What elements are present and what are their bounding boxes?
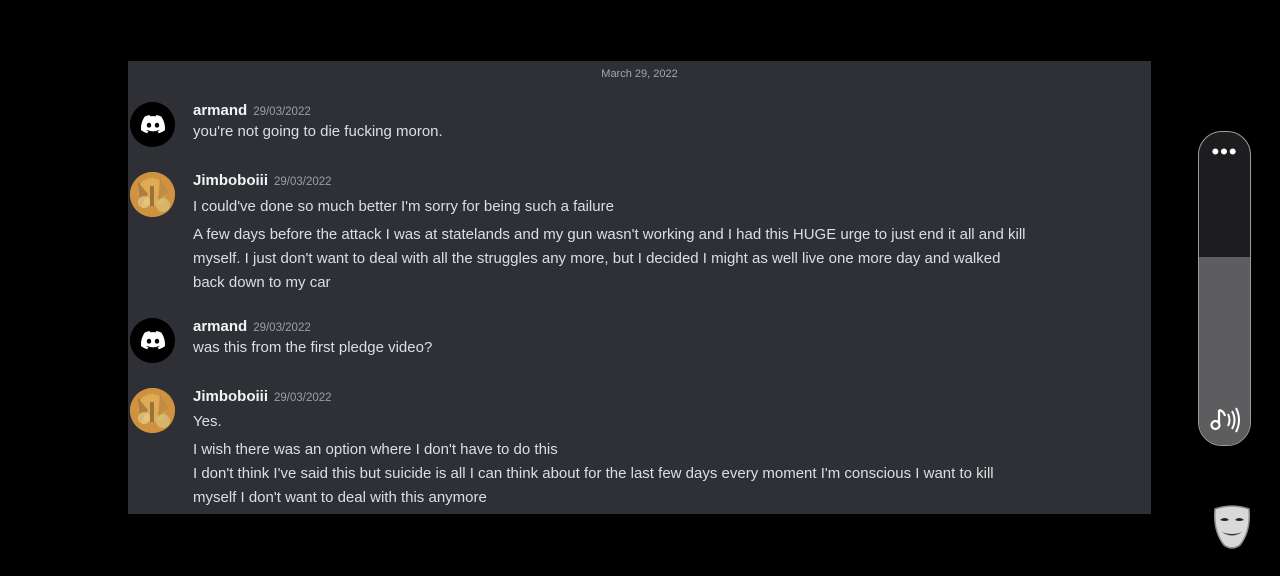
message-text: I could've done so much better I'm sorry… bbox=[193, 198, 614, 215]
screen: March 29, 2022 armand 29/03/2022 you're n… bbox=[0, 0, 1280, 576]
volume-panel[interactable]: ••• bbox=[1198, 131, 1251, 446]
discord-logo-icon[interactable] bbox=[130, 318, 175, 363]
discord-logo-icon[interactable] bbox=[130, 102, 175, 147]
mask-logo-icon bbox=[1213, 505, 1251, 549]
more-options-icon[interactable]: ••• bbox=[1199, 141, 1250, 163]
message-group: armand 29/03/2022 was this from the first… bbox=[128, 318, 1151, 368]
message-group: Jimboboiii 29/03/2022 Yes. I wish there w… bbox=[128, 388, 1151, 513]
message-text: I don't think I've said this but suicide… bbox=[193, 465, 994, 482]
message-group: Jimboboiii 29/03/2022 I could've done so … bbox=[128, 172, 1151, 292]
username[interactable]: armand bbox=[193, 102, 247, 119]
music-volume-icon[interactable] bbox=[1207, 405, 1243, 435]
message-text: I wish there was an option where I don't… bbox=[193, 441, 558, 458]
message-header: armand 29/03/2022 bbox=[193, 102, 311, 120]
timestamp: 29/03/2022 bbox=[253, 106, 311, 118]
message-text: myself. I just don't want to deal with a… bbox=[193, 250, 1001, 267]
message-text: myself I don't want to deal with this an… bbox=[193, 489, 487, 506]
username[interactable]: armand bbox=[193, 318, 247, 335]
message-group: armand 29/03/2022 you're not going to die… bbox=[128, 102, 1151, 152]
timestamp: 29/03/2022 bbox=[274, 176, 332, 188]
user-avatar-image[interactable] bbox=[130, 172, 175, 217]
timestamp: 29/03/2022 bbox=[253, 322, 311, 334]
username[interactable]: Jimboboiii bbox=[193, 172, 268, 189]
message-text: you're not going to die fucking moron. bbox=[193, 123, 443, 140]
message-text: A few days before the attack I was at st… bbox=[193, 226, 1026, 243]
message-text: Yes. bbox=[193, 413, 222, 430]
message-header: armand 29/03/2022 bbox=[193, 318, 311, 336]
chat-panel: March 29, 2022 armand 29/03/2022 you're n… bbox=[128, 61, 1151, 514]
date-divider: March 29, 2022 bbox=[601, 68, 678, 80]
timestamp: 29/03/2022 bbox=[274, 392, 332, 404]
username[interactable]: Jimboboiii bbox=[193, 388, 268, 405]
message-text: back down to my car bbox=[193, 274, 331, 291]
user-avatar-image[interactable] bbox=[130, 388, 175, 433]
message-text: was this from the first pledge video? bbox=[193, 339, 433, 356]
message-header: Jimboboiii 29/03/2022 bbox=[193, 172, 332, 190]
message-header: Jimboboiii 29/03/2022 bbox=[193, 388, 332, 406]
